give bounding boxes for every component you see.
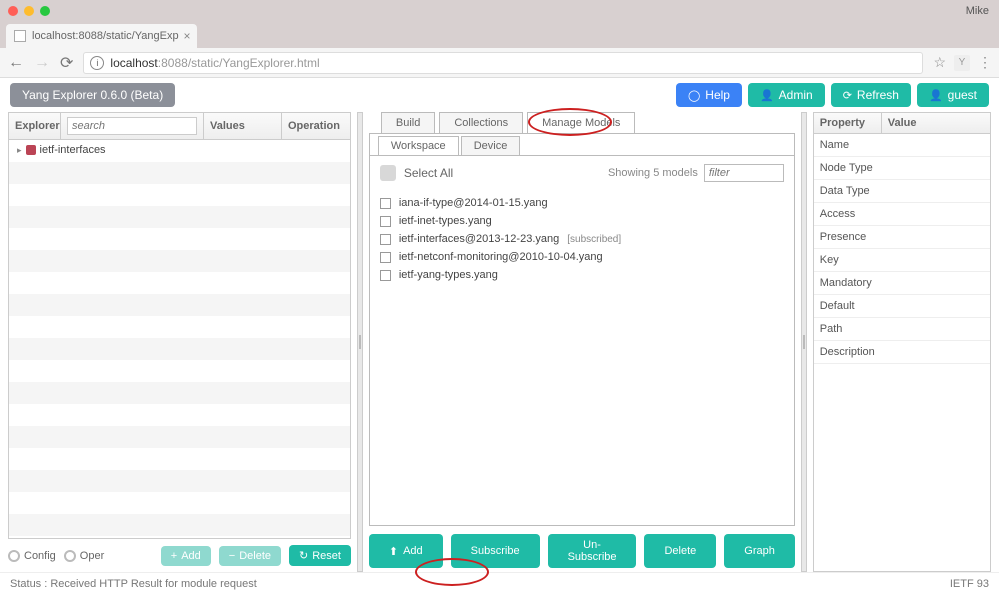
- status-right: IETF 93: [950, 578, 989, 590]
- oper-radio[interactable]: Oper: [64, 550, 104, 562]
- select-all-label: Select All: [404, 166, 453, 180]
- status-bar: Status : Received HTTP Result for module…: [0, 572, 999, 594]
- browser-tab[interactable]: localhost:8088/static/YangExp ×: [6, 24, 197, 48]
- operation-header: Operation: [282, 113, 350, 139]
- tree-node[interactable]: ▸ ietf-interfaces: [9, 140, 350, 160]
- select-all-checkbox[interactable]: [380, 165, 396, 181]
- bookmark-icon[interactable]: ☆: [933, 54, 946, 71]
- module-icon: [26, 145, 36, 155]
- model-row[interactable]: ietf-interfaces@2013-12-23.yang[subscrib…: [380, 230, 784, 248]
- row-checkbox[interactable]: [380, 270, 391, 281]
- tab-build[interactable]: Build: [381, 112, 435, 133]
- close-tab-icon[interactable]: ×: [184, 29, 191, 43]
- forward-button[interactable]: →: [34, 54, 50, 72]
- os-user-label: Mike: [966, 5, 989, 17]
- reload-button[interactable]: ⟳: [60, 53, 73, 73]
- prop-name: Node Type: [814, 157, 882, 179]
- explorer-search-input[interactable]: [67, 117, 197, 135]
- user-icon: 👤: [760, 89, 774, 102]
- property-header: Property: [814, 113, 882, 133]
- help-button[interactable]: ◯Help: [676, 83, 742, 107]
- refresh-button[interactable]: ⟳Refresh: [831, 83, 911, 107]
- subtab-device[interactable]: Device: [461, 136, 521, 156]
- url-text: localhost:8088/static/YangExplorer.html: [110, 56, 319, 70]
- explorer-delete-button[interactable]: −Delete: [219, 546, 281, 566]
- model-list: iana-if-type@2014-01-15.yang ietf-inet-t…: [370, 190, 794, 525]
- prop-name: Access: [814, 203, 882, 225]
- prop-name: Key: [814, 249, 882, 271]
- prop-name: Mandatory: [814, 272, 882, 294]
- properties-body: Name Node Type Data Type Access Presence…: [813, 134, 991, 572]
- filter-input[interactable]: [704, 164, 784, 182]
- admin-button[interactable]: 👤Admin: [748, 83, 825, 107]
- model-graph-button[interactable]: Graph: [724, 534, 795, 568]
- row-checkbox[interactable]: [380, 198, 391, 209]
- row-checkbox[interactable]: [380, 234, 391, 245]
- minus-icon: −: [229, 550, 235, 562]
- model-row[interactable]: ietf-netconf-monitoring@2010-10-04.yang: [380, 248, 784, 266]
- reset-icon: ↻: [299, 549, 308, 562]
- prop-name: Path: [814, 318, 882, 340]
- subtab-workspace[interactable]: Workspace: [378, 136, 459, 156]
- minimize-window-icon[interactable]: [24, 6, 34, 16]
- explorer-reset-button[interactable]: ↻Reset: [289, 545, 351, 566]
- status-text: Status : Received HTTP Result for module…: [10, 578, 257, 590]
- close-window-icon[interactable]: [8, 6, 18, 16]
- refresh-icon: ⟳: [843, 89, 852, 102]
- prop-name: Presence: [814, 226, 882, 248]
- row-checkbox[interactable]: [380, 216, 391, 227]
- model-subscribe-button[interactable]: Subscribe: [451, 534, 540, 568]
- model-unsubscribe-button[interactable]: Un-Subscribe: [548, 534, 637, 568]
- tab-collections[interactable]: Collections: [439, 112, 523, 133]
- prop-name: Description: [814, 341, 882, 363]
- tab-title: localhost:8088/static/YangExp: [32, 30, 179, 42]
- explorer-header: Explorer: [9, 113, 61, 139]
- extension-icon[interactable]: Y: [954, 55, 970, 71]
- tree-node-label: ietf-interfaces: [40, 144, 106, 156]
- showing-count: Showing 5 models: [608, 167, 698, 179]
- user-icon: 👤: [929, 89, 943, 102]
- window-titlebar: Mike: [0, 0, 999, 22]
- model-row[interactable]: ietf-inet-types.yang: [380, 212, 784, 230]
- maximize-window-icon[interactable]: [40, 6, 50, 16]
- browser-tabstrip: localhost:8088/static/YangExp ×: [0, 22, 999, 48]
- guest-button[interactable]: 👤guest: [917, 83, 989, 107]
- browser-menu-icon[interactable]: ⋮: [978, 54, 991, 71]
- prop-name: Data Type: [814, 180, 882, 202]
- row-checkbox[interactable]: [380, 252, 391, 263]
- value-header: Value: [882, 113, 990, 133]
- resize-handle[interactable]: [801, 112, 807, 572]
- model-row[interactable]: iana-if-type@2014-01-15.yang: [380, 194, 784, 212]
- middle-panel: Build Collections Manage Models Workspac…: [369, 112, 795, 572]
- prop-name: Default: [814, 295, 882, 317]
- app-title-badge: Yang Explorer 0.6.0 (Beta): [10, 83, 175, 107]
- page-icon: [14, 30, 26, 42]
- app-toolbar: Yang Explorer 0.6.0 (Beta) ◯Help 👤Admin …: [0, 78, 999, 112]
- upload-icon: ⬆: [389, 545, 398, 558]
- explorer-add-button[interactable]: +Add: [161, 546, 211, 566]
- traffic-lights: [8, 6, 50, 16]
- resize-handle[interactable]: [357, 112, 363, 572]
- explorer-panel: Explorer Values Operation ▸ ietf-interfa…: [8, 112, 351, 572]
- properties-panel: Property Value Name Node Type Data Type …: [813, 112, 991, 572]
- model-add-button[interactable]: ⬆Add: [369, 534, 443, 568]
- values-header: Values: [204, 113, 282, 139]
- plus-icon: +: [171, 550, 177, 562]
- back-button[interactable]: ←: [8, 54, 24, 72]
- site-info-icon[interactable]: i: [90, 56, 104, 70]
- model-row[interactable]: ietf-yang-types.yang: [380, 266, 784, 284]
- model-delete-button[interactable]: Delete: [644, 534, 716, 568]
- tab-manage-models[interactable]: Manage Models: [527, 112, 635, 133]
- browser-address-bar: ← → ⟳ i localhost:8088/static/YangExplor…: [0, 48, 999, 78]
- config-radio[interactable]: Config: [8, 550, 56, 562]
- prop-name: Name: [814, 134, 882, 156]
- github-icon: ◯: [688, 89, 700, 102]
- expand-icon[interactable]: ▸: [17, 145, 22, 156]
- url-field[interactable]: i localhost:8088/static/YangExplorer.htm…: [83, 52, 923, 74]
